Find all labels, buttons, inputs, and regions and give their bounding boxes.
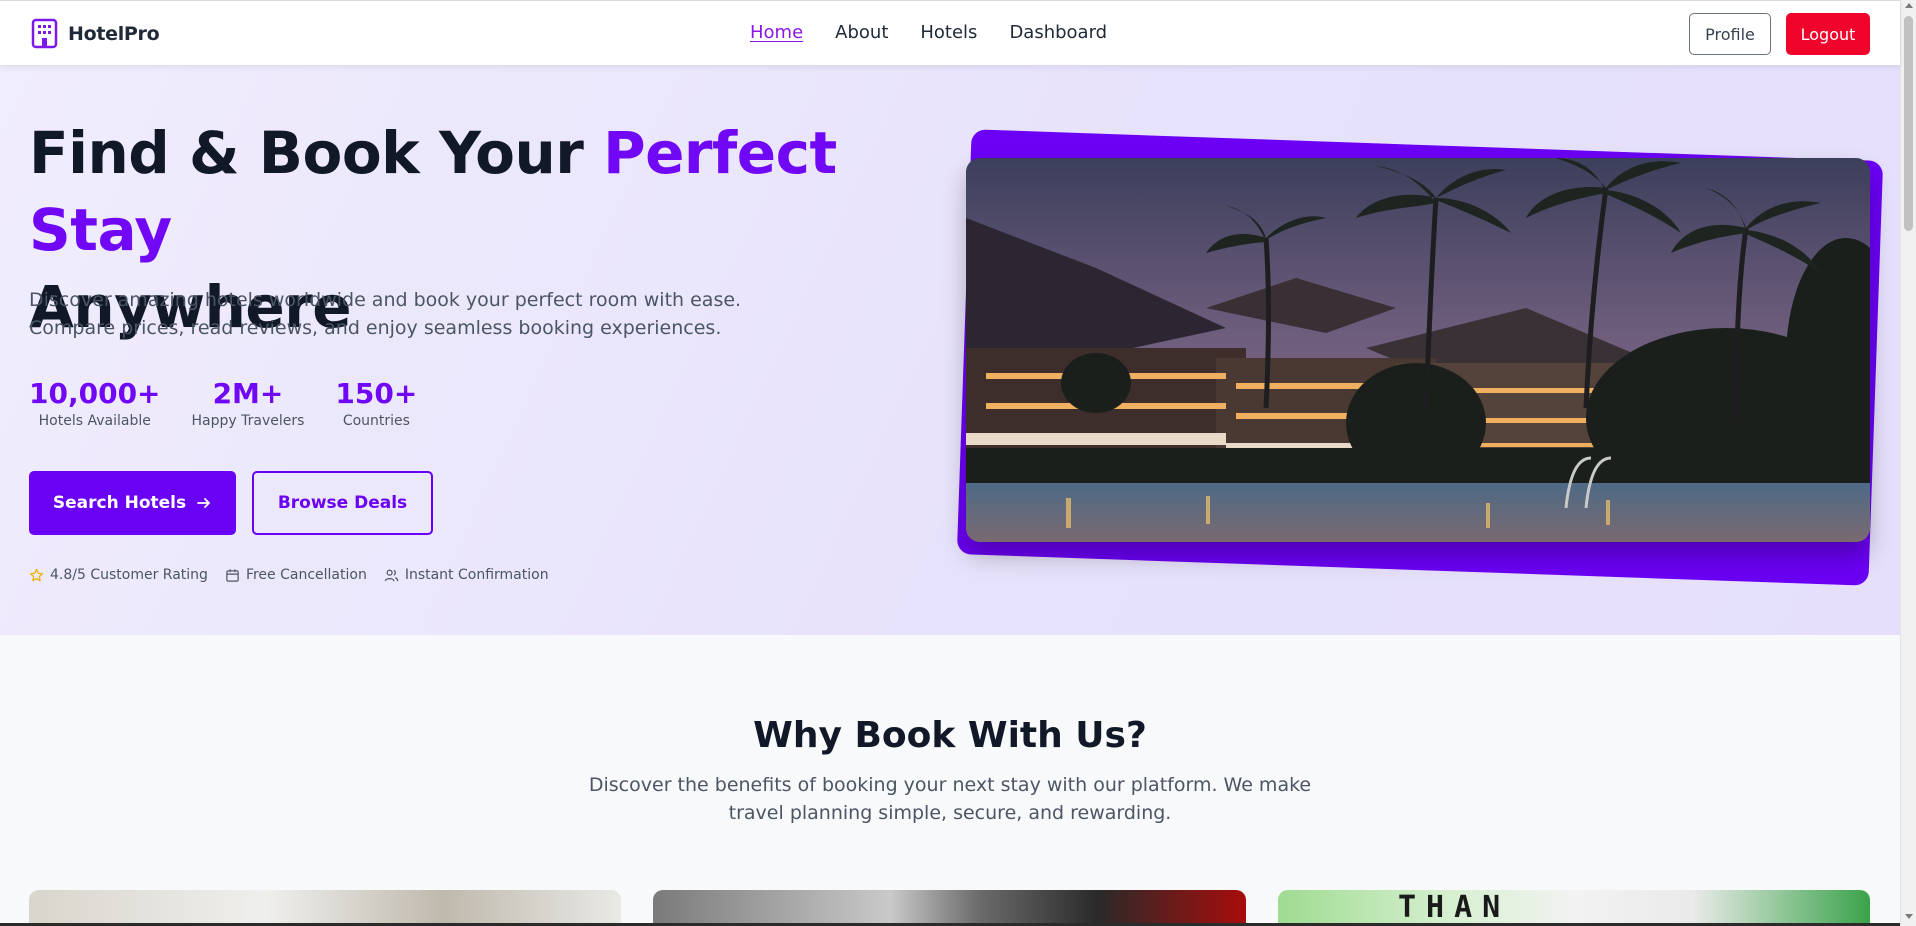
stat-value: 10,000+: [29, 377, 161, 410]
calendar-icon: [226, 568, 239, 582]
hero-description: Discover amazing hotels worldwide and bo…: [29, 289, 742, 339]
search-hotels-label: Search Hotels: [52, 493, 187, 513]
feature-label: Free Cancellation: [245, 567, 367, 583]
stat-hotels: 10,000+ Hotels Available: [29, 377, 161, 429]
feature-label: 4.8/5 Customer Rating: [50, 567, 208, 583]
stat-value: 2M+: [212, 377, 284, 410]
card-sign-text: THAN: [1398, 890, 1511, 925]
nav-links: Home About Hotels Dashboard: [750, 22, 1107, 43]
logout-button[interactable]: Logout: [1786, 13, 1870, 55]
feature-cancellation: Free Cancellation: [225, 567, 367, 583]
building-icon: [31, 18, 58, 49]
profile-button[interactable]: Profile: [1689, 13, 1771, 55]
scroll-up-icon[interactable]: [1905, 3, 1913, 8]
benefit-card-image-3: THAN: [1278, 890, 1870, 926]
brand-name: HotelPro: [68, 22, 160, 45]
stat-label: Countries: [342, 413, 410, 429]
feature-rating: 4.8/5 Customer Rating: [29, 567, 208, 583]
stat-label: Hotels Available: [38, 413, 151, 429]
scroll-down-icon[interactable]: [1905, 914, 1913, 919]
why-section: Why Book With Us? Discover the benefits …: [0, 635, 1900, 926]
nav-link-home[interactable]: Home: [750, 22, 803, 43]
nav-link-about[interactable]: About: [835, 22, 888, 43]
benefit-card-image-1: [29, 890, 621, 926]
why-title: Why Book With Us?: [753, 715, 1147, 756]
benefit-card-image-2: [653, 890, 1246, 926]
scroll-thumb[interactable]: [1904, 16, 1913, 231]
stat-label: Happy Travelers: [191, 413, 305, 429]
browse-deals-button[interactable]: Browse Deals: [252, 471, 433, 535]
nav-link-dashboard[interactable]: Dashboard: [1009, 22, 1107, 43]
hero-title-part1: Find & Book Your: [29, 119, 604, 187]
users-icon: [384, 569, 399, 581]
stat-travelers: 2M+ Happy Travelers: [192, 377, 305, 429]
hero-section: Find & Book Your Perfect Stay Anywhere Di…: [0, 65, 1900, 635]
hero-hotel-image: [966, 158, 1870, 542]
nav-link-hotels[interactable]: Hotels: [920, 22, 977, 43]
stat-value: 150+: [335, 377, 418, 410]
star-icon: [29, 568, 44, 581]
navbar: HotelPro Home About Hotels Dashboard Pro…: [0, 0, 1900, 65]
feature-confirmation: Instant Confirmation: [384, 567, 549, 583]
why-description: Discover the benefits of booking your ne…: [588, 774, 1312, 824]
feature-label: Instant Confirmation: [404, 567, 549, 583]
search-hotels-button[interactable]: Search Hotels: [29, 471, 236, 535]
hero-image-wrap: [956, 129, 1884, 586]
page-scrollbar[interactable]: [1900, 0, 1916, 926]
features-row: 4.8/5 Customer Rating Free Cancellation …: [29, 567, 549, 583]
arrow-right-icon: [197, 498, 211, 508]
stats-row: 10,000+ Hotels Available 2M+ Happy Trave…: [29, 377, 417, 429]
stat-countries: 150+ Countries: [335, 377, 417, 429]
brand[interactable]: HotelPro: [31, 18, 160, 49]
